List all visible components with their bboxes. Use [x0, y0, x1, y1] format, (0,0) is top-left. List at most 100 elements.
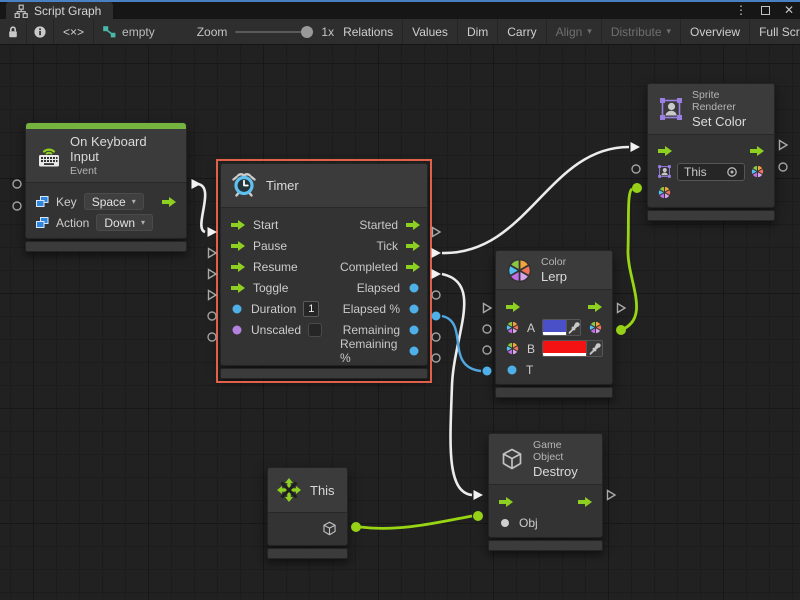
- node-timer[interactable]: Timer Start Pause: [220, 163, 428, 379]
- port-row-a: A: [496, 317, 612, 338]
- port-timer-toggle-in[interactable]: [205, 288, 219, 302]
- port-timer-remaining-pct-out[interactable]: [429, 351, 443, 365]
- sprite-renderer-port-icon: [657, 164, 672, 179]
- full-screen-button[interactable]: Full Screen: [750, 19, 800, 44]
- flow-in-arrow-icon: [230, 219, 246, 231]
- relations-button[interactable]: Relations: [334, 19, 403, 44]
- bool-port-icon: [230, 323, 244, 337]
- port-this-self-out[interactable]: [349, 520, 363, 534]
- node-color-lerp[interactable]: Color Lerp A: [495, 250, 613, 398]
- port-timer-elapsed-pct-out[interactable]: [429, 309, 443, 323]
- port-timer-tick-out[interactable]: [429, 246, 443, 260]
- info-button[interactable]: [27, 19, 54, 44]
- port-lerp-b-in[interactable]: [480, 343, 494, 357]
- node-footer[interactable]: [488, 540, 603, 551]
- node-subtitle: Event: [70, 165, 176, 177]
- distribute-button[interactable]: Distribute▾: [602, 19, 681, 44]
- graph-toolbar: <×> empty Zoom 1x Relations Values Dim C…: [0, 19, 800, 45]
- zoom-label: Zoom: [197, 25, 228, 39]
- key-dropdown[interactable]: Space▾: [84, 193, 144, 210]
- port-row-t: T: [496, 359, 612, 380]
- port-timer-unscaled-in[interactable]: [205, 330, 219, 344]
- duration-input[interactable]: 1: [303, 301, 319, 317]
- align-button[interactable]: Align▾: [547, 19, 602, 44]
- float-port-icon: [505, 363, 519, 377]
- color-b-swatch[interactable]: [542, 340, 603, 357]
- node-on-keyboard-input[interactable]: On Keyboard Input Event Key Space▾ Actio…: [25, 122, 187, 252]
- zoom-slider-knob[interactable]: [301, 26, 313, 38]
- overview-button[interactable]: Overview: [681, 19, 750, 44]
- tab-script-graph[interactable]: Script Graph: [6, 2, 113, 19]
- port-keyboard-key-in[interactable]: [10, 177, 24, 191]
- port-lerp-flow-in[interactable]: [480, 301, 494, 315]
- port-timer-started-out[interactable]: [429, 225, 443, 239]
- port-setcolor-flow-in[interactable]: [628, 140, 642, 154]
- node-footer[interactable]: [647, 210, 775, 221]
- port-setcolor-color-in[interactable]: [630, 181, 644, 195]
- flow-out-arrow-icon: [405, 240, 421, 252]
- dim-button[interactable]: Dim: [458, 19, 498, 44]
- port-timer-pause-in[interactable]: [205, 246, 219, 260]
- port-row-remaining-pct: Remaining %: [331, 340, 428, 361]
- port-row-target: This: [648, 161, 774, 182]
- eyedropper-icon[interactable]: [586, 341, 602, 356]
- port-lerp-a-in[interactable]: [480, 322, 494, 336]
- port-setcolor-color-out[interactable]: [776, 160, 790, 174]
- carry-button[interactable]: Carry: [498, 19, 546, 44]
- port-keyboard-trigger-out[interactable]: [189, 177, 203, 191]
- float-port-icon: [407, 323, 421, 337]
- wire-tick-to-setcolor[interactable]: [442, 147, 629, 253]
- flow-out-arrow-icon: [587, 301, 603, 313]
- target-object-field[interactable]: This: [677, 163, 745, 181]
- port-destroy-flow-out[interactable]: [604, 488, 618, 502]
- node-title: Set Color: [692, 114, 764, 129]
- window-menu-icon[interactable]: ⋮: [735, 2, 747, 18]
- eyedropper-icon[interactable]: [566, 320, 580, 335]
- wire-completed-to-destroy[interactable]: [442, 274, 472, 495]
- node-footer[interactable]: [25, 241, 187, 252]
- port-lerp-flow-out[interactable]: [614, 301, 628, 315]
- port-timer-remaining-out[interactable]: [429, 330, 443, 344]
- port-destroy-flow-in[interactable]: [471, 488, 485, 502]
- color-port-icon: [505, 320, 520, 335]
- code-view-label: <×>: [63, 25, 84, 39]
- graph-reference[interactable]: empty: [94, 19, 163, 44]
- float-port-icon: [407, 281, 421, 295]
- node-footer[interactable]: [267, 548, 348, 559]
- node-this[interactable]: This: [267, 467, 348, 559]
- node-set-color[interactable]: Sprite Renderer Set Color This: [647, 83, 775, 221]
- port-timer-resume-in[interactable]: [205, 267, 219, 281]
- object-port-icon: [498, 516, 512, 530]
- node-title: Destroy: [533, 464, 592, 479]
- node-footer[interactable]: [220, 368, 428, 379]
- node-category: Color: [541, 256, 567, 268]
- port-setcolor-target-in[interactable]: [629, 162, 643, 176]
- node-footer[interactable]: [495, 387, 613, 398]
- port-row-started: Started: [331, 214, 428, 235]
- lock-button[interactable]: [0, 19, 27, 44]
- port-destroy-obj-in[interactable]: [471, 509, 485, 523]
- flow-out-arrow-icon: [577, 496, 593, 508]
- window-close-icon[interactable]: ✕: [784, 2, 794, 18]
- port-setcolor-flow-out[interactable]: [776, 138, 790, 152]
- graph-canvas[interactable]: On Keyboard Input Event Key Space▾ Actio…: [0, 45, 800, 600]
- color-a-swatch[interactable]: [542, 319, 581, 336]
- code-view-button[interactable]: <×>: [54, 19, 94, 44]
- action-dropdown[interactable]: Down▾: [96, 214, 153, 231]
- values-button[interactable]: Values: [403, 19, 458, 44]
- window-maximize-icon[interactable]: [761, 6, 770, 15]
- port-timer-elapsed-out[interactable]: [429, 288, 443, 302]
- port-lerp-color-out[interactable]: [614, 323, 628, 337]
- wire-elapsedpct-to-lerp-t[interactable]: [442, 316, 481, 371]
- port-lerp-t-in[interactable]: [480, 364, 494, 378]
- object-picker-icon[interactable]: [726, 166, 738, 178]
- node-destroy[interactable]: Game Object Destroy Obj: [488, 433, 603, 551]
- port-keyboard-action-in[interactable]: [10, 199, 24, 213]
- port-timer-completed-out[interactable]: [429, 267, 443, 281]
- unscaled-checkbox[interactable]: [308, 323, 322, 337]
- zoom-slider[interactable]: [235, 31, 313, 33]
- port-timer-duration-in[interactable]: [205, 309, 219, 323]
- info-icon: [33, 25, 47, 39]
- port-timer-start-in[interactable]: [205, 225, 219, 239]
- wire-this-to-destroy-obj[interactable]: [360, 516, 472, 528]
